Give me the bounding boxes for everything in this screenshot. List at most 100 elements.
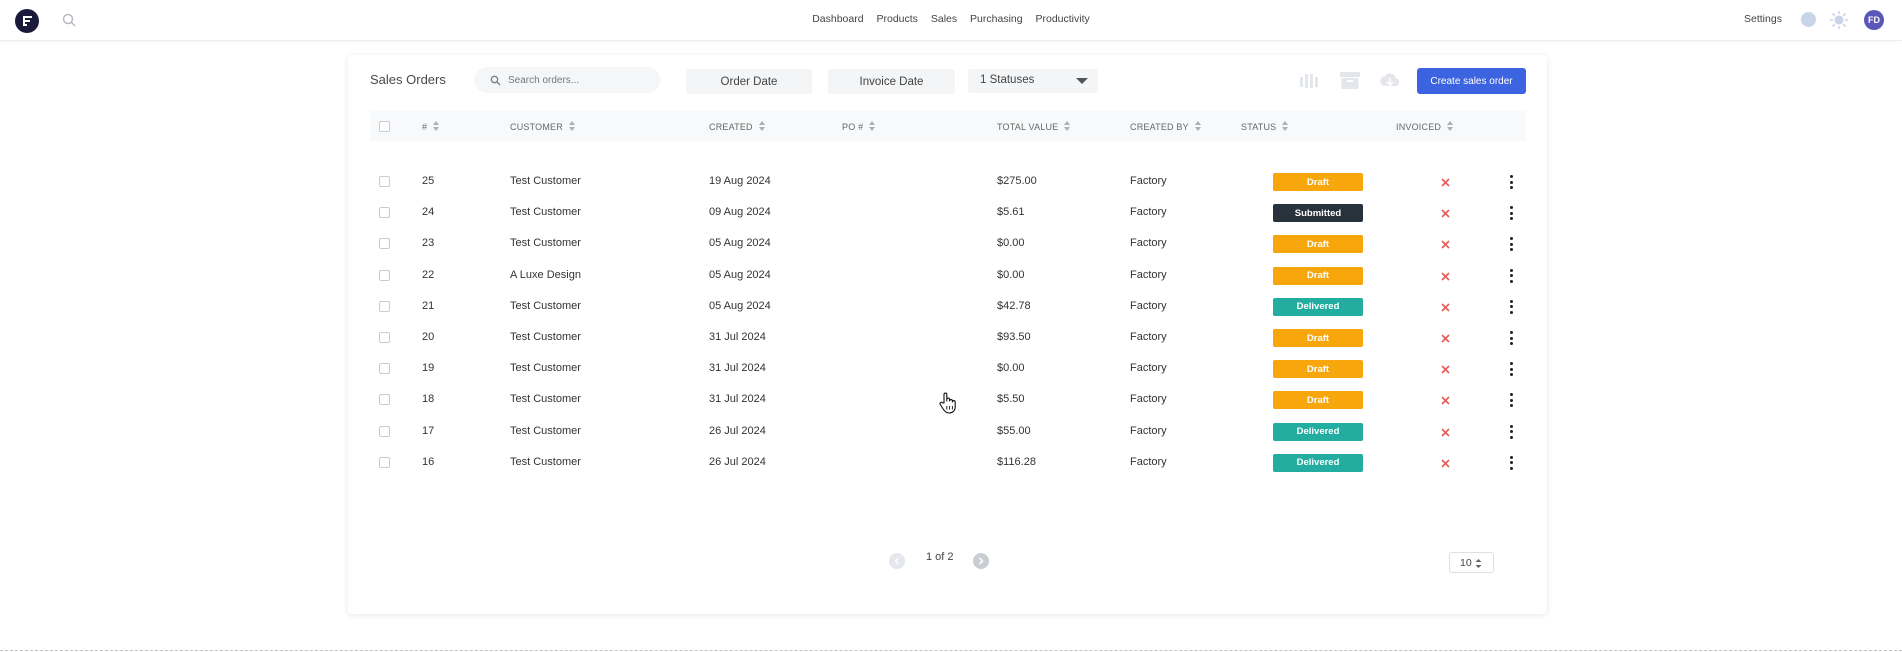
page-size-select[interactable]: 10: [1449, 552, 1494, 573]
kebab-dot: [1509, 342, 1513, 345]
row-checkbox[interactable]: [379, 176, 390, 187]
row-checkbox[interactable]: [379, 363, 390, 375]
kebab-dot: [1509, 217, 1513, 221]
kebab-dot: [1509, 242, 1513, 246]
row-actions-menu[interactable]: [1509, 237, 1513, 252]
column-header-customer[interactable]: CUSTOMER: [510, 121, 576, 132]
kebab-dot: [1509, 398, 1513, 402]
prev-page-button[interactable]: [889, 553, 905, 569]
column-header-created[interactable]: CREATED: [709, 121, 766, 132]
row-actions-menu[interactable]: [1509, 424, 1513, 439]
total-value: $93.50: [997, 331, 1031, 343]
created-date: 31 Jul 2024: [709, 393, 766, 406]
row-actions-menu[interactable]: [1509, 206, 1513, 221]
nav-productivity[interactable]: Productivity: [1036, 13, 1090, 25]
download-icon[interactable]: [1379, 71, 1401, 91]
order-number: 16: [422, 455, 435, 468]
customer-name: Test Customer: [510, 237, 581, 250]
settings-link[interactable]: Settings: [1744, 13, 1782, 25]
row-checkbox[interactable]: [379, 207, 390, 219]
created-by: Factory: [1130, 424, 1167, 437]
total-value: $5.50: [997, 393, 1025, 406]
kebab-dot: [1509, 180, 1513, 184]
created-by: Factory: [1130, 237, 1167, 250]
hand-cursor-icon: [939, 392, 956, 414]
row-actions-menu[interactable]: [1509, 175, 1513, 189]
status-badge: Delivered: [1273, 453, 1363, 472]
create-sales-order-button[interactable]: Create sales order: [1417, 68, 1526, 94]
x-icon: [1441, 303, 1450, 312]
table-header: # CUSTOMER CREATED PO # TOTAL VALUE CREA…: [370, 111, 1526, 141]
row-checkbox[interactable]: [379, 394, 390, 406]
row-checkbox[interactable]: [379, 269, 390, 281]
order-number: 21: [422, 299, 435, 312]
customer-name: Test Customer: [510, 424, 581, 437]
sales-orders-card: Sales Orders Order Date Invoice Date 1 S…: [348, 55, 1547, 614]
columns-icon[interactable]: [1298, 71, 1320, 91]
table-row[interactable]: 16 Test Customer 26 Jul 2024 $116.28 Fac…: [370, 445, 1526, 482]
customer-name: Test Customer: [510, 206, 581, 219]
customer-name: A Luxe Design: [510, 268, 581, 281]
nav-dashboard[interactable]: Dashboard: [812, 13, 863, 25]
page-indicator: 1 of 2: [926, 551, 954, 563]
x-icon: [1441, 428, 1450, 437]
next-page-button[interactable]: [973, 553, 989, 569]
archive-icon[interactable]: [1339, 71, 1361, 91]
row-actions-menu[interactable]: [1509, 299, 1513, 314]
created-date: 09 Aug 2024: [709, 206, 771, 219]
total-value: $5.61: [997, 206, 1025, 219]
nav-products[interactable]: Products: [877, 13, 918, 25]
nav-sales[interactable]: Sales: [931, 13, 957, 25]
row-actions-menu[interactable]: [1509, 362, 1513, 377]
nav-purchasing[interactable]: Purchasing: [970, 13, 1023, 25]
row-actions-menu[interactable]: [1509, 393, 1513, 408]
created-by: Factory: [1130, 175, 1167, 187]
status-badge: Draft: [1273, 329, 1363, 347]
kebab-dot: [1509, 393, 1513, 397]
row-checkbox[interactable]: [379, 332, 390, 343]
kebab-dot: [1509, 362, 1513, 366]
column-header-status[interactable]: STATUS: [1241, 121, 1289, 132]
kebab-dot: [1509, 206, 1513, 210]
search-box[interactable]: [474, 67, 660, 93]
kebab-dot: [1509, 430, 1513, 434]
row-actions-menu[interactable]: [1509, 331, 1513, 345]
status-dropdown[interactable]: 1 Statuses: [968, 69, 1098, 93]
total-value: $275.00: [997, 175, 1037, 187]
column-header-created-by[interactable]: CREATED BY: [1130, 121, 1202, 132]
status-badge: Draft: [1273, 235, 1363, 254]
kebab-dot: [1509, 435, 1513, 439]
caret-down-icon: [1076, 78, 1088, 84]
kebab-dot: [1509, 237, 1513, 241]
column-header-total-value[interactable]: TOTAL VALUE: [997, 121, 1071, 132]
created-date: 31 Jul 2024: [709, 331, 766, 343]
row-checkbox[interactable]: [379, 456, 390, 468]
row-actions-menu[interactable]: [1509, 268, 1513, 283]
column-header-number[interactable]: #: [422, 121, 440, 132]
total-value: $0.00: [997, 362, 1025, 375]
sort-icon: [869, 121, 876, 132]
row-actions-menu[interactable]: [1509, 455, 1513, 470]
column-header-invoiced[interactable]: INVOICED: [1396, 121, 1454, 132]
customer-name: Test Customer: [510, 175, 581, 187]
x-icon: [1441, 178, 1450, 187]
clock-icon[interactable]: [1801, 12, 1816, 27]
kebab-dot: [1509, 331, 1513, 334]
select-all-checkbox[interactable]: [379, 121, 390, 132]
created-date: 26 Jul 2024: [709, 455, 766, 468]
row-checkbox[interactable]: [379, 238, 390, 250]
invoice-date-filter[interactable]: Invoice Date: [828, 69, 955, 94]
row-checkbox[interactable]: [379, 425, 390, 437]
kebab-dot: [1509, 299, 1513, 303]
search-input[interactable]: [508, 67, 654, 93]
sort-icon: [758, 121, 766, 132]
column-header-po[interactable]: PO #: [842, 121, 876, 132]
sun-icon[interactable]: [1829, 10, 1849, 30]
x-icon: [1441, 396, 1450, 405]
user-avatar[interactable]: FD: [1864, 10, 1884, 30]
order-date-filter[interactable]: Order Date: [686, 69, 812, 94]
status-badge: Draft: [1273, 360, 1363, 379]
x-icon: [1441, 240, 1450, 249]
sort-icon: [1194, 121, 1202, 132]
row-checkbox[interactable]: [379, 300, 390, 312]
